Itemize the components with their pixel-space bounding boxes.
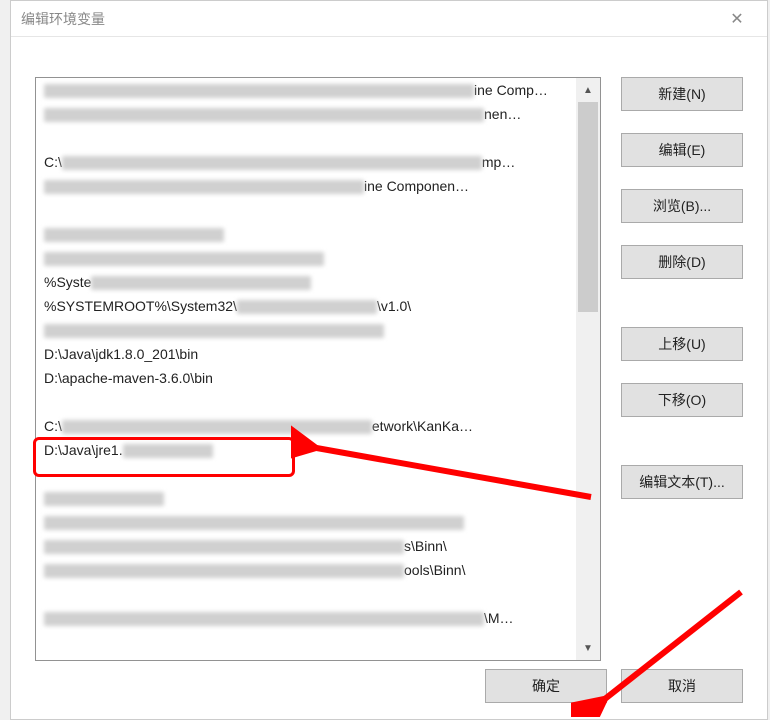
list-item[interactable]	[36, 198, 576, 222]
scroll-up-arrow[interactable]: ▲	[576, 78, 600, 102]
list-item[interactable]: C:\mp…	[36, 150, 576, 174]
list-item[interactable]: ools\Binn\	[36, 558, 576, 582]
path-list[interactable]: ine Comp…nen… C:\mp…ine Componen… %Syste%S…	[36, 78, 576, 660]
list-item[interactable]: %SYSTEMROOT%\System32\\v1.0\	[36, 294, 576, 318]
bottom-buttons: 确定 取消	[485, 669, 743, 703]
window-title: 编辑环境变量	[21, 9, 717, 29]
delete-button[interactable]: 删除(D)	[621, 245, 743, 279]
browse-button[interactable]: 浏览(B)...	[621, 189, 743, 223]
list-item[interactable]	[36, 462, 576, 486]
list-item[interactable]: \M…	[36, 606, 576, 630]
list-item[interactable]: ine Componen…	[36, 174, 576, 198]
moveup-button[interactable]: 上移(U)	[621, 327, 743, 361]
list-item[interactable]: s\Binn\	[36, 534, 576, 558]
scroll-down-arrow[interactable]: ▼	[576, 636, 600, 660]
button-column: 新建(N) 编辑(E) 浏览(B)... 删除(D) 上移(U) 下移(O) 编…	[621, 77, 743, 499]
dialog-content: ine Comp…nen… C:\mp…ine Componen… %Syste%S…	[11, 37, 767, 719]
title-bar: 编辑环境变量 ✕	[11, 1, 767, 37]
scrollbar[interactable]: ▲ ▼	[576, 78, 600, 660]
edit-button[interactable]: 编辑(E)	[621, 133, 743, 167]
list-item[interactable]: %Syste	[36, 270, 576, 294]
list-item[interactable]	[36, 486, 576, 510]
list-item[interactable]: D:\Java\jre1.	[36, 438, 576, 462]
new-button[interactable]: 新建(N)	[621, 77, 743, 111]
ok-button[interactable]: 确定	[485, 669, 607, 703]
list-item[interactable]	[36, 246, 576, 270]
list-item[interactable]	[36, 510, 576, 534]
cancel-button[interactable]: 取消	[621, 669, 743, 703]
list-item[interactable]	[36, 222, 576, 246]
list-item[interactable]: ine Comp…	[36, 78, 576, 102]
list-item[interactable]: C:\etwork\KanKa…	[36, 414, 576, 438]
list-item[interactable]	[36, 582, 576, 606]
movedown-button[interactable]: 下移(O)	[621, 383, 743, 417]
scroll-thumb[interactable]	[578, 102, 598, 312]
list-item[interactable]: D:\Java\jdk1.8.0_201\bin	[36, 342, 576, 366]
list-item[interactable]	[36, 126, 576, 150]
path-list-panel: ine Comp…nen… C:\mp…ine Componen… %Syste%S…	[35, 77, 601, 661]
list-item[interactable]: nen…	[36, 102, 576, 126]
close-button[interactable]: ✕	[717, 1, 757, 37]
edittext-button[interactable]: 编辑文本(T)...	[621, 465, 743, 499]
env-var-dialog: 编辑环境变量 ✕ ine Comp…nen… C:\mp…ine Componen…	[10, 0, 768, 720]
list-item[interactable]	[36, 390, 576, 414]
list-item[interactable]: D:\apache-maven-3.6.0\bin	[36, 366, 576, 390]
list-item[interactable]	[36, 318, 576, 342]
